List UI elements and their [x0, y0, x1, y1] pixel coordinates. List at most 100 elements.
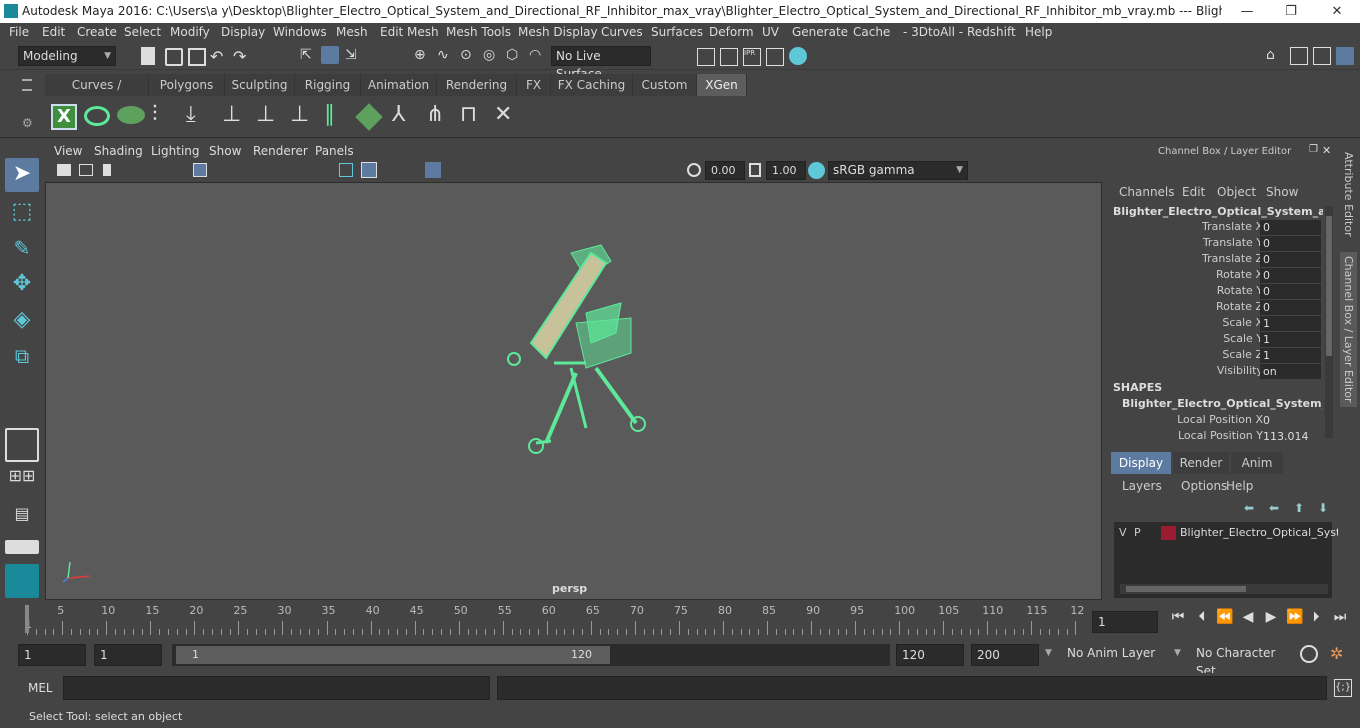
color-space-dropdown[interactable]: sRGB gamma ▼	[828, 161, 968, 180]
layout-view-icon[interactable]	[5, 540, 39, 554]
attr-value[interactable]: 0	[1260, 300, 1321, 315]
shelf-tab-animation[interactable]: Animation	[361, 74, 437, 96]
layer-row[interactable]: V P Blighter_Electro_Optical_Systen	[1114, 524, 1354, 542]
time-slider-track[interactable]: 1510152025303540455055606570758085909510…	[20, 603, 1085, 635]
menu-mesh-tools[interactable]: Mesh Tools	[446, 25, 511, 39]
attr-value[interactable]: 1	[1260, 348, 1321, 363]
redo-icon[interactable]: ↷	[233, 47, 251, 66]
maximize-button[interactable]: ❐	[1268, 0, 1314, 23]
snap-grid-icon[interactable]: ⊕	[414, 47, 432, 65]
le-menu-layers[interactable]: Layers	[1122, 479, 1162, 493]
modeling-toolkit-icon[interactable]	[1290, 47, 1308, 65]
mode-dropdown[interactable]: Modeling ▼	[18, 46, 116, 66]
attr-value[interactable]: 0	[1260, 220, 1321, 235]
bookmark-icon[interactable]	[103, 164, 111, 176]
shelf-tab-rendering[interactable]: Rendering	[437, 74, 517, 96]
attr-value[interactable]: 0	[1260, 413, 1321, 428]
menu-generate[interactable]: Generate	[792, 25, 848, 39]
menu-redshift[interactable]: Redshift	[967, 25, 1016, 39]
gamma-icon[interactable]	[749, 163, 761, 177]
attr-value[interactable]: on	[1260, 364, 1321, 379]
character-set-dropdown[interactable]: No Character Set	[1192, 644, 1292, 678]
layer-name[interactable]: Blighter_Electro_Optical_Systen	[1180, 526, 1354, 539]
step-forward-frame-icon[interactable]: ⏩	[1286, 609, 1303, 625]
shelf-settings-icon[interactable]: ⚙	[22, 116, 33, 130]
hypershade-icon[interactable]	[789, 47, 807, 65]
menu-edit[interactable]: Edit	[42, 25, 65, 39]
menu-help[interactable]: Help	[1025, 25, 1052, 39]
channel-box-float-icon[interactable]: ❐	[1309, 144, 1318, 155]
move-tool-icon[interactable]: ✥	[5, 268, 39, 302]
minimize-button[interactable]: —	[1224, 0, 1270, 23]
layer-list-hscrollbar[interactable]	[1120, 584, 1328, 594]
attr-scale-z[interactable]: Scale Z1	[1108, 348, 1323, 364]
shelf-menu-icon[interactable]	[22, 79, 32, 91]
model-wireframe[interactable]	[46, 183, 1101, 599]
menu-mesh-display[interactable]: Mesh Display	[518, 25, 598, 39]
guide-tool-icon[interactable]: ⊥	[222, 102, 241, 127]
attribute-editor-toggle-icon[interactable]	[1313, 47, 1331, 65]
undo-icon[interactable]: ↶	[210, 47, 228, 66]
step-back-key-icon[interactable]: ⏴	[1194, 609, 1210, 625]
attr-local-position-y[interactable]: Local Position Y 113.014	[1108, 429, 1323, 445]
render-settings-icon[interactable]	[766, 48, 784, 66]
tab-anim[interactable]: Anim	[1231, 452, 1283, 474]
range-handle[interactable]: 1 120	[176, 646, 610, 664]
mel-label[interactable]: MEL	[28, 681, 53, 695]
render-view-icon[interactable]	[697, 48, 715, 66]
menu-3dtoall[interactable]: - 3DtoAll -	[903, 25, 963, 39]
current-time-marker[interactable]	[25, 605, 29, 633]
menu-modify[interactable]: Modify	[170, 25, 210, 39]
attr-rotate-y[interactable]: Rotate Y0	[1108, 284, 1323, 300]
layer-visibility-toggle[interactable]: V	[1119, 526, 1127, 539]
live-surface-field[interactable]: No Live Surface	[551, 46, 651, 81]
rotate-tool-icon[interactable]: ◈	[5, 304, 39, 338]
move-layer-up-icon[interactable]: ⬆	[1294, 501, 1304, 515]
attr-rotate-x[interactable]: Rotate X0	[1108, 268, 1323, 284]
chevron-down-icon[interactable]: ▼	[1174, 648, 1181, 658]
shelf-tab-fx-caching[interactable]: FX Caching	[551, 74, 633, 96]
animation-end-field[interactable]: 200	[971, 644, 1039, 666]
vp-menu-lighting[interactable]: Lighting	[151, 144, 200, 158]
shelf-tab-polygons[interactable]: Polygons	[149, 74, 225, 96]
shelf-tab-curves-surfaces[interactable]: Curves / Surfaces	[45, 74, 149, 114]
snap-surface-icon[interactable]: ⬡	[506, 47, 524, 65]
snap-view-icon[interactable]: ◎	[483, 47, 501, 65]
attr-scale-x[interactable]: Scale X1	[1108, 316, 1323, 332]
play-backwards-icon[interactable]: ◀	[1240, 609, 1256, 625]
shelf-tab-xgen[interactable]: XGen	[697, 74, 747, 96]
attr-local-position-x[interactable]: Local Position X0	[1108, 413, 1323, 429]
vp-menu-renderer[interactable]: Renderer	[253, 144, 308, 158]
snap-live-icon[interactable]: ◠	[529, 47, 547, 65]
exposure-field[interactable]: 0.00	[705, 161, 745, 180]
menu-select[interactable]: Select	[124, 25, 161, 39]
groom-delete-icon[interactable]: ✕	[494, 102, 512, 127]
step-back-frame-icon[interactable]: ⏪	[1216, 609, 1233, 625]
render-frame-icon[interactable]	[720, 48, 738, 66]
perspective-viewport[interactable]: persp	[45, 182, 1102, 600]
menu-windows[interactable]: Windows	[273, 25, 327, 39]
interactive-groom-icon[interactable]: ⅄	[392, 102, 405, 127]
open-scene-icon[interactable]	[165, 48, 183, 66]
workspace-icon[interactable]: ⌂	[1266, 47, 1284, 65]
select-component-icon[interactable]: ⇲	[345, 47, 363, 65]
channel-box-scrollbar[interactable]	[1325, 206, 1333, 438]
exposure-icon[interactable]	[687, 163, 701, 177]
shelf-tab-fx[interactable]: FX	[517, 74, 551, 96]
add-guide-icon[interactable]: ⫶	[152, 102, 158, 127]
camera-select-icon[interactable]	[57, 164, 71, 176]
channel-box-toggle-icon[interactable]	[1336, 47, 1354, 65]
scrollbar-thumb[interactable]	[1326, 216, 1332, 356]
menu-file[interactable]: File	[9, 25, 29, 39]
attr-value[interactable]: 0	[1260, 252, 1321, 267]
gamma-field[interactable]: 1.00	[766, 161, 806, 180]
groom-cut-icon[interactable]: ⊓	[460, 102, 477, 127]
attr-scale-y[interactable]: Scale Y1	[1108, 332, 1323, 348]
camera-attr-icon[interactable]	[79, 164, 93, 176]
select-object-icon[interactable]	[321, 46, 339, 64]
channel-box-tab[interactable]: Channel Box / Layer Editor	[1340, 252, 1357, 407]
xgen-preview-icon[interactable]	[84, 106, 110, 126]
scrollbar-thumb[interactable]	[1126, 586, 1246, 592]
attr-value[interactable]: 0	[1260, 236, 1321, 251]
save-scene-icon[interactable]	[188, 48, 206, 66]
